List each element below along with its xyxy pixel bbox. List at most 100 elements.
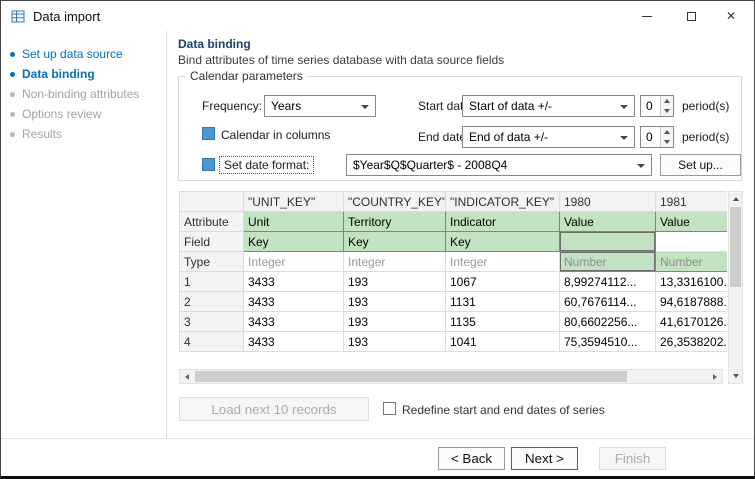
load-next-records-button[interactable]: Load next 10 records — [179, 397, 369, 421]
page-subtitle: Bind attributes of time series database … — [178, 53, 504, 67]
table-row: 33433193113580,6602256...41,6170126... — [180, 312, 728, 332]
set-date-format-checkbox[interactable] — [202, 158, 215, 171]
table-cell: 3433 — [244, 312, 344, 332]
preview-table: "UNIT_KEY""COUNTRY_KEY""INDICATOR_KEY"19… — [179, 191, 727, 352]
table-cell[interactable]: Value — [560, 212, 656, 232]
table-cell[interactable]: Key — [244, 232, 344, 252]
finish-button[interactable]: Finish — [599, 447, 666, 470]
back-button[interactable]: < Back — [438, 447, 505, 470]
date-format-select[interactable]: $Year$Q$Quarter$ - 2008Q4 — [346, 154, 652, 176]
table-cell[interactable]: Value — [656, 212, 728, 232]
table-cell: Integer — [446, 252, 560, 272]
wizard-steps-sidebar: Set up data source Data binding Non-bind… — [1, 31, 167, 438]
frequency-select[interactable]: Years — [264, 95, 376, 117]
step-bullet-icon — [10, 72, 15, 77]
stepper-up-button[interactable] — [661, 127, 673, 137]
chevron-down-icon — [637, 164, 645, 168]
table-cell: 80,6602256... — [560, 312, 656, 332]
table-cell: 41,6170126... — [656, 312, 728, 332]
chevron-down-icon — [664, 109, 670, 113]
table-cell: 8,99274112... — [560, 272, 656, 292]
table-cell[interactable] — [560, 232, 656, 252]
next-button[interactable]: Next > — [511, 447, 578, 470]
step-data-binding: Data binding — [1, 64, 166, 84]
step-label: Results — [22, 127, 62, 141]
table-cell[interactable]: Territory — [344, 212, 446, 232]
table-horizontal-scrollbar[interactable] — [179, 369, 723, 384]
close-button[interactable]: ✕ — [712, 2, 750, 30]
redefine-dates-checkbox[interactable] — [383, 402, 396, 415]
chevron-down-icon — [620, 136, 628, 140]
table-cell: 94,6187888... — [656, 292, 728, 312]
row-header: Type — [180, 252, 244, 272]
scroll-right-button[interactable] — [708, 370, 722, 383]
scroll-left-button[interactable] — [180, 370, 194, 383]
set-date-format-label: Set date format: — [219, 156, 314, 174]
date-format-selected-value: $Year$Q$Quarter$ - 2008Q4 — [353, 158, 507, 172]
table-cell: 13,3316100... — [656, 272, 728, 292]
table-cell[interactable]: Key — [446, 232, 560, 252]
start-date-selected-value: Start of data +/- — [469, 99, 552, 113]
maximize-icon — [687, 12, 696, 21]
table-row: FieldKeyKeyKey — [180, 232, 728, 252]
table-cell: 3433 — [244, 292, 344, 312]
scroll-up-button[interactable] — [729, 192, 742, 206]
chevron-down-icon — [361, 105, 369, 109]
table-cell — [656, 232, 728, 252]
step-non-binding-attributes: Non-binding attributes — [1, 84, 166, 104]
horizontal-scroll-thumb[interactable] — [195, 371, 627, 382]
calendar-parameters-legend: Calendar parameters — [186, 69, 307, 83]
set-up-button[interactable]: Set up... — [660, 154, 741, 176]
table-cell: 193 — [344, 312, 446, 332]
stepper-up-button[interactable] — [661, 96, 673, 106]
minimize-icon — [642, 16, 652, 17]
preview-table-body: AttributeUnitTerritoryIndicatorValueValu… — [180, 212, 728, 352]
step-set-up-data-source: Set up data source — [1, 44, 166, 64]
stepper-buttons — [660, 96, 673, 116]
table-cell[interactable]: Unit — [244, 212, 344, 232]
table-cell[interactable]: Indicator — [446, 212, 560, 232]
chevron-up-icon — [664, 99, 670, 103]
column-header: "COUNTRY_KEY" — [344, 192, 446, 212]
corner-header — [180, 192, 244, 212]
table-cell: 1135 — [446, 312, 560, 332]
chevron-up-icon — [664, 130, 670, 134]
chevron-left-icon — [185, 374, 189, 380]
table-cell: 26,3538202... — [656, 332, 728, 352]
stepper-down-button[interactable] — [661, 106, 673, 116]
table-row: 1343319310678,99274112...13,3316100... — [180, 272, 728, 292]
step-label: Non-binding attributes — [22, 87, 139, 101]
scroll-down-button[interactable] — [729, 369, 742, 383]
minimize-button[interactable] — [628, 2, 666, 30]
stepper-buttons — [660, 127, 673, 147]
table-cell: 1041 — [446, 332, 560, 352]
app-icon — [11, 9, 25, 23]
row-header: Attribute — [180, 212, 244, 232]
close-icon: ✕ — [726, 10, 736, 22]
table-row: 23433193113160,7676114...94,6187888... — [180, 292, 728, 312]
table-cell: 193 — [344, 332, 446, 352]
table-cell[interactable]: Number — [560, 252, 656, 272]
table-cell[interactable]: Number — [656, 252, 728, 272]
title-bar: Data import ✕ — [1, 1, 754, 31]
end-date-select[interactable]: End of data +/- — [462, 126, 635, 148]
table-vertical-scrollbar[interactable] — [728, 191, 743, 384]
column-header: 1980 — [560, 192, 656, 212]
row-header: 2 — [180, 292, 244, 312]
end-period-value: 0 — [646, 130, 653, 144]
stepper-down-button[interactable] — [661, 137, 673, 147]
calendar-in-columns-checkbox[interactable] — [202, 127, 215, 140]
vertical-scroll-thumb[interactable] — [730, 207, 741, 287]
step-label: Data binding — [22, 67, 95, 81]
end-period-stepper[interactable]: 0 — [640, 126, 674, 148]
start-date-select[interactable]: Start of data +/- — [462, 95, 635, 117]
start-period-stepper[interactable]: 0 — [640, 95, 674, 117]
row-header: Field — [180, 232, 244, 252]
table-cell: 3433 — [244, 272, 344, 292]
column-header: 1981 — [656, 192, 728, 212]
table-cell: 193 — [344, 292, 446, 312]
table-cell[interactable]: Key — [344, 232, 446, 252]
maximize-button[interactable] — [672, 2, 710, 30]
footer-divider — [1, 438, 755, 439]
table-cell: 60,7676114... — [560, 292, 656, 312]
